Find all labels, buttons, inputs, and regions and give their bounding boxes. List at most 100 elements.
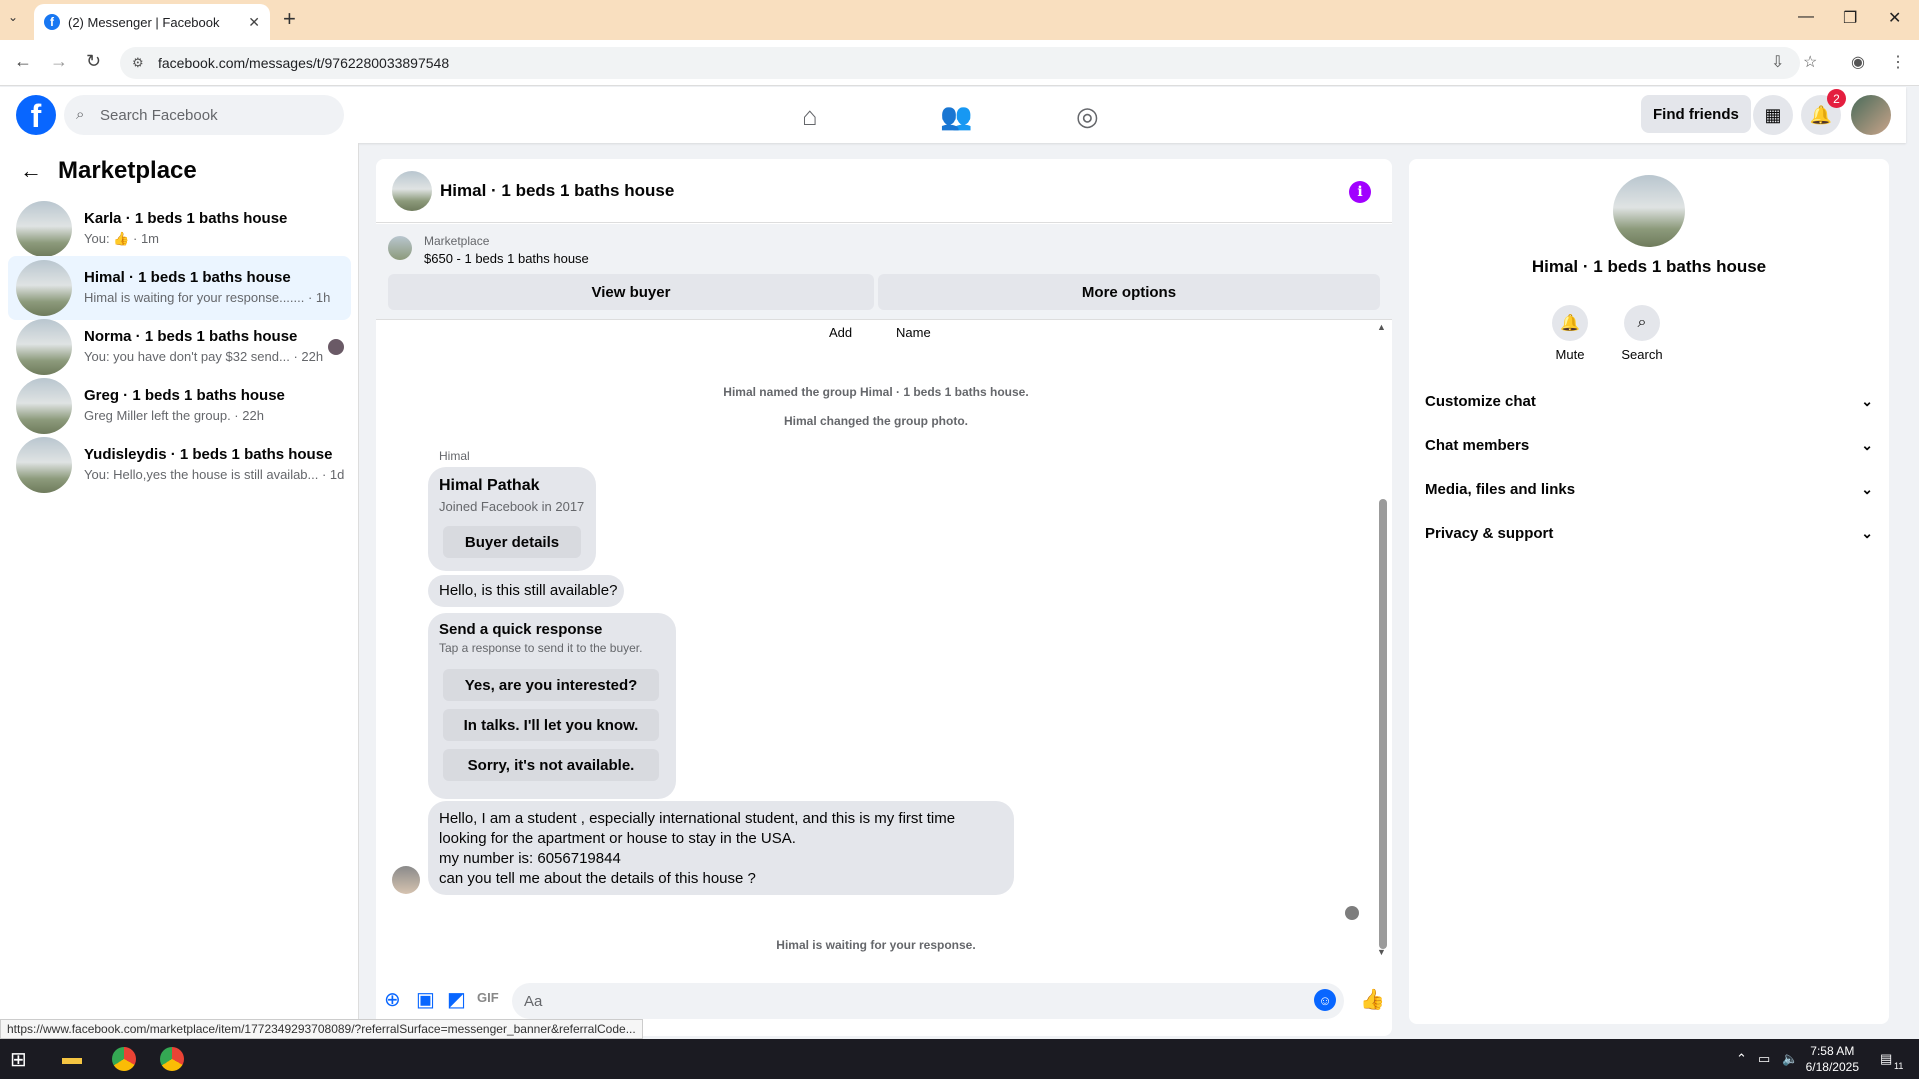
windows-start-icon[interactable]: ⊞: [10, 1047, 34, 1071]
scroll-up-icon[interactable]: ▲: [1377, 322, 1386, 332]
view-buyer-button[interactable]: View buyer: [388, 274, 874, 310]
sender-avatar[interactable]: [392, 866, 420, 894]
sidebar-header: ← Marketplace: [20, 157, 197, 185]
conversation-item[interactable]: Yudisleydis · 1 beds 1 baths house You: …: [8, 433, 351, 497]
info-icon[interactable]: i: [1349, 181, 1371, 203]
name-label[interactable]: Name: [896, 325, 931, 340]
conversation-name: Greg · 1 beds 1 baths house: [84, 387, 285, 404]
message-bubble: Hello, I am a student , especially inter…: [428, 801, 1014, 895]
quick-response-yes-button[interactable]: Yes, are you interested?: [443, 669, 659, 701]
group-photo[interactable]: [1613, 175, 1685, 247]
network-icon[interactable]: ▭: [1758, 1051, 1770, 1067]
volume-icon[interactable]: 🔈: [1782, 1051, 1798, 1067]
quick-response-not-available-button[interactable]: Sorry, it's not available.: [443, 749, 659, 781]
chat-title[interactable]: Himal · 1 beds 1 baths house: [440, 181, 674, 201]
menu-grid-icon[interactable]: ▦: [1753, 95, 1793, 135]
friends-icon[interactable]: 👥: [940, 101, 972, 132]
more-options-button[interactable]: More options: [878, 274, 1380, 310]
home-icon[interactable]: ⌂: [802, 101, 818, 132]
quick-response-in-talks-button[interactable]: In talks. I'll let you know.: [443, 709, 659, 741]
house-thumbnail: [16, 378, 72, 434]
listing-title[interactable]: $650 - 1 beds 1 baths house: [424, 251, 589, 266]
message-composer: ⊕ ▣ ◩ GIF Aa ☺ 👍: [376, 975, 1392, 1025]
photo-icon[interactable]: ▣: [416, 987, 435, 1012]
find-friends-button[interactable]: Find friends: [1641, 95, 1751, 133]
mute-button[interactable]: 🔔 Mute: [1540, 305, 1600, 362]
conversation-item[interactable]: Karla · 1 beds 1 baths house You: 👍 · 1m: [8, 197, 351, 261]
notification-center-icon[interactable]: ▤: [1880, 1051, 1892, 1067]
buyer-details-button[interactable]: Buyer details: [443, 526, 581, 558]
back-icon[interactable]: ←: [14, 51, 32, 72]
search-in-chat-button[interactable]: ⌕ Search: [1612, 305, 1672, 362]
banner-label: Marketplace: [424, 234, 490, 248]
back-arrow-icon[interactable]: ←: [20, 158, 42, 184]
scroll-down-icon[interactable]: ▼: [1377, 947, 1386, 957]
account-avatar[interactable]: [1851, 95, 1891, 135]
section-media-files-links[interactable]: Media, files and links ⌄: [1425, 471, 1873, 507]
section-customize-chat[interactable]: Customize chat ⌄: [1425, 383, 1873, 419]
chevron-down-icon: ⌄: [1861, 524, 1873, 541]
sidebar-title: Marketplace: [58, 157, 197, 184]
tray-chevron-icon[interactable]: ⌃: [1736, 1051, 1747, 1067]
chrome-icon[interactable]: [112, 1047, 136, 1071]
clock[interactable]: 7:58 AM 6/18/2025: [1806, 1043, 1859, 1075]
profile-name: Himal Pathak: [439, 477, 540, 494]
message-input[interactable]: Aa: [512, 983, 1344, 1019]
chat-avatar[interactable]: [392, 171, 432, 211]
facebook-favicon-icon: f: [44, 14, 60, 30]
chat-header: Himal · 1 beds 1 baths house i: [376, 159, 1392, 223]
system-message: Himal named the group Himal · 1 beds 1 b…: [723, 385, 1029, 399]
tab-list-dropdown-icon[interactable]: ⌄: [8, 10, 18, 24]
site-info-icon[interactable]: ⚙: [132, 55, 144, 71]
minimize-icon[interactable]: —: [1798, 8, 1814, 26]
marketplace-conversation-list: ← Marketplace Karla · 1 beds 1 baths hou…: [0, 143, 359, 1036]
conversation-preview: Himal is waiting for your response......…: [84, 290, 331, 305]
profile-joined: Joined Facebook in 2017: [439, 499, 585, 514]
windows-taskbar: ⊞ ▬ ⌃ ▭ 🔈 7:58 AM 6/18/2025 ▤ 11: [0, 1039, 1919, 1079]
restore-icon[interactable]: ❐: [1843, 8, 1857, 28]
conversation-name: Himal · 1 beds 1 baths house: [84, 269, 291, 286]
waiting-status: Himal is waiting for your response.: [776, 938, 976, 952]
groups-icon[interactable]: ◎: [1076, 101, 1099, 132]
search-placeholder: Search Facebook: [100, 106, 218, 124]
conversation-name: Norma · 1 beds 1 baths house: [84, 328, 298, 345]
conversation-item[interactable]: Norma · 1 beds 1 baths house You: you ha…: [8, 315, 351, 379]
facebook-logo-icon[interactable]: f: [16, 95, 56, 135]
url-field[interactable]: ⚙ facebook.com/messages/t/97622800338975…: [120, 47, 1800, 79]
quick-response-subtitle: Tap a response to send it to the buyer.: [439, 641, 643, 655]
gif-icon[interactable]: GIF: [477, 990, 499, 1005]
file-explorer-icon[interactable]: ▬: [62, 1047, 86, 1071]
listing-thumbnail[interactable]: [388, 236, 412, 260]
new-tab-icon[interactable]: +: [283, 6, 296, 32]
close-window-icon[interactable]: ✕: [1888, 8, 1901, 28]
conversation-details-panel: Himal · 1 beds 1 baths house 🔔 Mute ⌕ Se…: [1409, 159, 1889, 1024]
section-chat-members[interactable]: Chat members ⌄: [1425, 427, 1873, 463]
profile-icon[interactable]: ◉: [1851, 52, 1865, 72]
conversation-item[interactable]: Greg · 1 beds 1 baths house Greg Miller …: [8, 374, 351, 438]
reload-icon[interactable]: ↻: [86, 51, 101, 72]
search-icon: ⌕: [1624, 305, 1660, 341]
buyer-profile-card: Himal Pathak Joined Facebook in 2017 Buy…: [428, 467, 596, 571]
chevron-down-icon: ⌄: [1861, 392, 1873, 409]
add-plus-icon[interactable]: ⊕: [384, 987, 401, 1012]
forward-icon[interactable]: →: [50, 51, 68, 72]
scrollbar-thumb[interactable]: [1379, 499, 1387, 949]
chrome-active-icon[interactable]: [160, 1047, 184, 1071]
section-privacy-support[interactable]: Privacy & support ⌄: [1425, 515, 1873, 551]
browser-tab[interactable]: f (2) Messenger | Facebook ✕: [34, 4, 270, 40]
thumbs-up-send-icon[interactable]: 👍: [1360, 987, 1385, 1012]
install-app-icon[interactable]: ⇩: [1771, 52, 1784, 72]
close-tab-icon[interactable]: ✕: [248, 14, 260, 31]
add-label[interactable]: Add: [829, 325, 852, 340]
read-receipt-avatar: [328, 339, 344, 355]
bookmark-star-icon[interactable]: ☆: [1803, 52, 1817, 72]
emoji-icon[interactable]: ☺: [1314, 989, 1336, 1011]
sticker-icon[interactable]: ◩: [447, 987, 466, 1012]
search-input[interactable]: ⌕ Search Facebook: [64, 95, 344, 135]
conversation-item-active[interactable]: Himal · 1 beds 1 baths house Himal is wa…: [8, 256, 351, 320]
marketplace-banner: Marketplace $650 - 1 beds 1 baths house …: [376, 224, 1392, 320]
house-thumbnail: [16, 437, 72, 493]
sender-name: Himal: [439, 449, 470, 463]
browser-menu-icon[interactable]: ⋮: [1890, 52, 1906, 72]
message-bubble: Hello, is this still available?: [428, 575, 624, 607]
